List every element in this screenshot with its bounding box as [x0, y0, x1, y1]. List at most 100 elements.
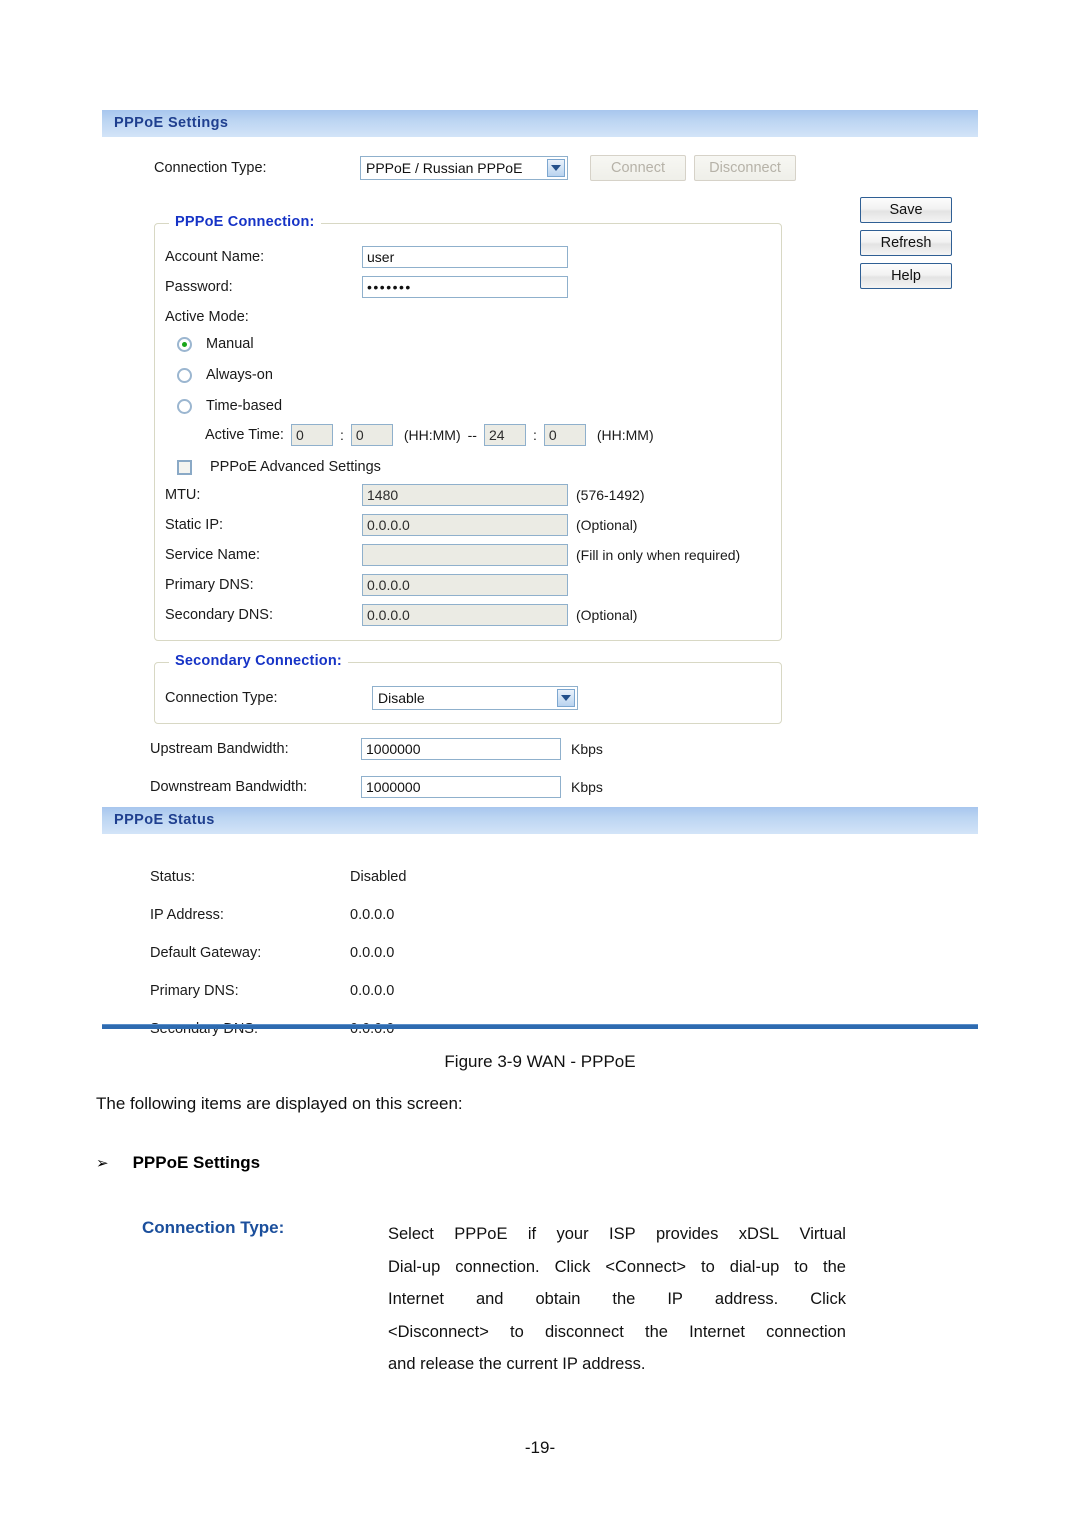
- active-time-start-hour-input[interactable]: 0: [290, 424, 333, 446]
- active-mode-manual-option[interactable]: Manual: [177, 329, 254, 359]
- upstream-bandwidth-row: Upstream Bandwidth: 1000000 Kbps: [150, 734, 790, 764]
- active-time-start-minute-value: 0: [355, 427, 364, 443]
- account-name-value: user: [367, 249, 395, 265]
- static-ip-input[interactable]: 0.0.0.0: [362, 514, 568, 536]
- active-time-start-hour-value: 0: [295, 427, 304, 443]
- ip-address-value: 0.0.0.0: [350, 907, 395, 923]
- secondary-connection-type-label: Connection Type:: [165, 690, 278, 706]
- pppoe-advanced-settings-label: PPPoE Advanced Settings: [210, 459, 381, 475]
- lead-paragraph: The following items are displayed on thi…: [96, 1094, 463, 1113]
- active-mode-label: Active Mode:: [165, 309, 249, 325]
- ip-address-label: IP Address:: [150, 907, 224, 923]
- service-name-hint: (Fill in only when required): [576, 547, 741, 563]
- description-line: Select PPPoE if your ISP provides xDSL Virtual: [388, 1225, 846, 1243]
- description-line: and release the current IP address.: [388, 1355, 646, 1373]
- figure-bottom-rule: [102, 1024, 978, 1029]
- connect-button[interactable]: Connect: [590, 155, 686, 181]
- secondary-connection-type-value: Disable: [378, 690, 425, 706]
- status-row: Status: Disabled: [150, 862, 750, 892]
- mtu-value: 1480: [367, 487, 399, 503]
- pppoe-settings-panel-header: PPPoE Settings: [102, 110, 978, 137]
- primary-dns-value: 0.0.0.0: [367, 577, 410, 593]
- upstream-bandwidth-unit: Kbps: [571, 741, 603, 757]
- secondary-connection-type-row: Connection Type: Disable: [165, 683, 578, 713]
- downstream-bandwidth-label: Downstream Bandwidth:: [150, 779, 308, 795]
- active-mode-time-based-option[interactable]: Time-based: [177, 391, 282, 421]
- downstream-bandwidth-input[interactable]: 1000000: [361, 776, 561, 798]
- description-line: Internet and obtain the IP address. Click: [388, 1290, 846, 1308]
- status-row: Primary DNS: 0.0.0.0: [150, 976, 750, 1006]
- active-time-end-hour-input[interactable]: 24: [483, 424, 526, 446]
- account-name-input[interactable]: user: [362, 246, 568, 268]
- active-time-range-dash: --: [467, 427, 477, 443]
- radio-manual-icon[interactable]: [177, 336, 192, 352]
- save-button[interactable]: Save: [860, 197, 952, 223]
- password-input[interactable]: •••••••: [362, 276, 568, 298]
- mtu-row: MTU: 1480 (576-1492): [165, 480, 775, 510]
- connection-type-select-value: PPPoE / Russian PPPoE: [366, 160, 523, 176]
- static-ip-label: Static IP:: [165, 517, 224, 533]
- active-time-end-colon: :: [532, 427, 537, 443]
- pppoe-status-panel-header: PPPoE Status: [102, 807, 978, 834]
- password-value: •••••••: [367, 279, 412, 295]
- save-button-label: Save: [889, 202, 923, 218]
- connection-type-row: Connection Type: PPPoE / Russian PPPoE C…: [154, 153, 854, 183]
- static-ip-hint: (Optional): [576, 517, 638, 533]
- upstream-bandwidth-value: 1000000: [366, 741, 421, 757]
- secondary-connection-group: Secondary Connection: Connection Type: D…: [154, 653, 782, 724]
- status-value: Disabled: [350, 869, 407, 885]
- mtu-input[interactable]: 1480: [362, 484, 568, 506]
- secondary-connection-type-select[interactable]: Disable: [372, 686, 578, 710]
- radio-time-based-icon[interactable]: [177, 398, 192, 414]
- pppoe-connection-group: PPPoE Connection: Account Name: user Pas…: [154, 214, 782, 641]
- radio-always-on-icon[interactable]: [177, 367, 192, 383]
- section-bullet: ➢ PPPoE Settings: [96, 1153, 260, 1173]
- active-time-start-minute-input[interactable]: 0: [350, 424, 393, 446]
- chevron-down-icon[interactable]: [547, 159, 565, 177]
- status-row: IP Address: 0.0.0.0: [150, 900, 750, 930]
- primary-dns-input[interactable]: 0.0.0.0: [362, 574, 568, 596]
- checkbox-advanced-settings-icon[interactable]: [177, 459, 192, 475]
- primary-dns-row: Primary DNS: 0.0.0.0: [165, 570, 775, 600]
- active-time-row: Active Time: 0 : 0 (HH:MM) -- 24 : 0 (HH…: [205, 420, 654, 450]
- account-name-row: Account Name: user: [165, 242, 765, 272]
- active-time-format-hint-2: (HH:MM): [596, 427, 654, 443]
- active-mode-always-on-option[interactable]: Always-on: [177, 360, 273, 390]
- secondary-dns-hint: (Optional): [576, 607, 638, 623]
- static-ip-row: Static IP: 0.0.0.0 (Optional): [165, 510, 775, 540]
- active-time-start-colon: :: [339, 427, 344, 443]
- help-button[interactable]: Help: [860, 263, 952, 289]
- secondary-dns-value: 0.0.0.0: [367, 607, 410, 623]
- active-time-label: Active Time:: [205, 427, 284, 443]
- upstream-bandwidth-label: Upstream Bandwidth:: [150, 741, 289, 757]
- active-time-format-hint-1: (HH:MM): [403, 427, 461, 443]
- status-primary-dns-value: 0.0.0.0: [350, 983, 395, 999]
- router-ui-screenshot: PPPoE Settings Connection Type: PPPoE / …: [102, 110, 978, 1056]
- pppoe-settings-panel-body: Connection Type: PPPoE / Russian PPPoE C…: [102, 137, 978, 807]
- chevron-down-icon[interactable]: [557, 689, 575, 707]
- description-line: <Disconnect> to disconnect the Internet conne…: [388, 1322, 846, 1341]
- secondary-dns-input[interactable]: 0.0.0.0: [362, 604, 568, 626]
- description-line: Dial-up connection. Click <Connect> to dial-u…: [388, 1257, 846, 1276]
- pppoe-connection-legend: PPPoE Connection:: [169, 214, 321, 230]
- pppoe-status-panel-body: Status: Disabled IP Address: 0.0.0.0 Def…: [102, 834, 978, 1056]
- downstream-bandwidth-row: Downstream Bandwidth: 1000000 Kbps: [150, 772, 790, 802]
- service-name-row: Service Name: (Fill in only when require…: [165, 540, 775, 570]
- service-name-input[interactable]: [362, 544, 568, 566]
- static-ip-value: 0.0.0.0: [367, 517, 410, 533]
- connection-type-select[interactable]: PPPoE / Russian PPPoE: [360, 156, 568, 180]
- active-time-end-minute-input[interactable]: 0: [543, 424, 586, 446]
- status-label: Status:: [150, 869, 196, 885]
- disconnect-button[interactable]: Disconnect: [694, 155, 796, 181]
- pppoe-status-title: PPPoE Status: [114, 812, 215, 828]
- pppoe-advanced-settings-option[interactable]: PPPoE Advanced Settings: [177, 452, 381, 482]
- service-name-label: Service Name:: [165, 547, 261, 563]
- status-row: Secondary DNS: 0.0.0.0: [150, 1014, 750, 1044]
- upstream-bandwidth-input[interactable]: 1000000: [361, 738, 561, 760]
- downstream-bandwidth-value: 1000000: [366, 779, 421, 795]
- active-mode-row: Active Mode:: [165, 302, 249, 332]
- refresh-button[interactable]: Refresh: [860, 230, 952, 256]
- term-description: Select PPPoE if your ISP provides xDSL Virtual …: [388, 1218, 846, 1381]
- password-row: Password: •••••••: [165, 272, 765, 302]
- help-button-label: Help: [891, 268, 921, 284]
